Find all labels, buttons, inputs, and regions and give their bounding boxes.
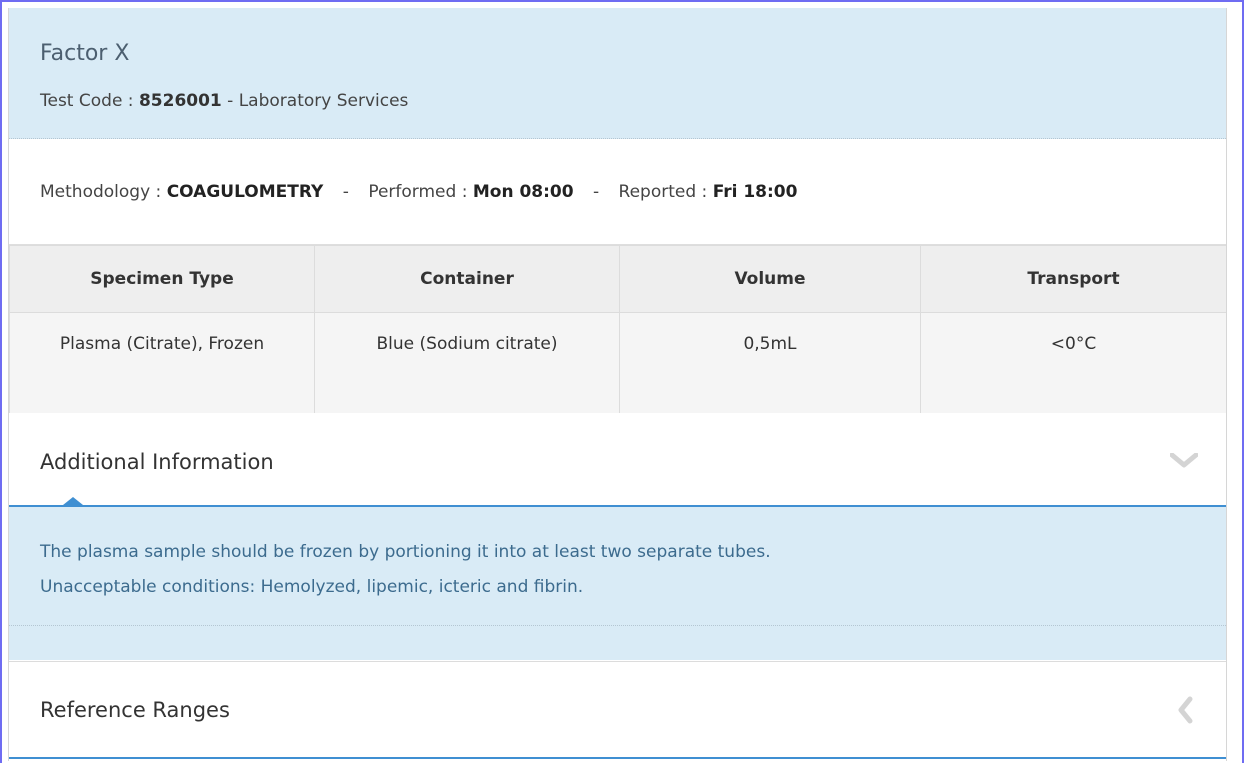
- divider: [9, 625, 1226, 626]
- separator: -: [592, 182, 600, 202]
- info-line: Unacceptable conditions: Hemolyzed, lipe…: [40, 577, 584, 597]
- reference-ranges-toggle[interactable]: Reference Ranges: [9, 661, 1226, 759]
- additional-information-text: The plasma sample should be frozen by po…: [40, 535, 771, 605]
- active-indicator-caret: [63, 497, 83, 505]
- additional-information-toggle[interactable]: Additional Information: [9, 413, 1226, 507]
- test-code-line: Test Code : 8526001 - Laboratory Service…: [40, 91, 408, 111]
- additional-information-content: The plasma sample should be frozen by po…: [9, 507, 1226, 660]
- column-header-volume: Volume: [619, 245, 921, 313]
- reported-label: Reported :: [618, 182, 708, 202]
- test-header: Factor X Test Code : 8526001 - Laborator…: [9, 8, 1226, 139]
- chevron-down-icon[interactable]: [1170, 453, 1198, 469]
- performed-value: Mon 08:00: [472, 182, 574, 202]
- info-line: The plasma sample should be frozen by po…: [40, 542, 771, 562]
- column-header-transport: Transport: [920, 245, 1226, 313]
- table-header-row: Specimen Type Container Volume Transport: [9, 245, 1226, 313]
- test-detail-panel: Factor X Test Code : 8526001 - Laborator…: [8, 8, 1227, 761]
- methodology-label: Methodology :: [40, 182, 162, 202]
- test-code: 8526001: [138, 91, 222, 111]
- additional-information-title: Additional Information: [40, 450, 274, 474]
- methodology-section: Methodology : COAGULOMETRY - Performed :…: [9, 139, 1226, 245]
- test-code-suffix: - Laboratory Services: [227, 91, 409, 111]
- methodology-value: COAGULOMETRY: [166, 182, 324, 202]
- performed-label: Performed :: [368, 182, 468, 202]
- test-title: Factor X: [40, 41, 130, 66]
- column-header-container: Container: [314, 245, 620, 313]
- specimen-table: Specimen Type Container Volume Transport…: [9, 245, 1226, 433]
- column-header-specimen-type: Specimen Type: [9, 245, 315, 313]
- methodology-line: Methodology : COAGULOMETRY - Performed :…: [40, 182, 797, 202]
- reported-value: Fri 18:00: [712, 182, 798, 202]
- separator: -: [342, 182, 349, 202]
- chevron-left-icon[interactable]: [1177, 696, 1193, 724]
- test-code-label: Test Code :: [40, 91, 134, 111]
- cell-specimen-type-text: Plasma (Citrate), Frozen: [59, 334, 265, 354]
- reference-ranges-title: Reference Ranges: [40, 698, 230, 722]
